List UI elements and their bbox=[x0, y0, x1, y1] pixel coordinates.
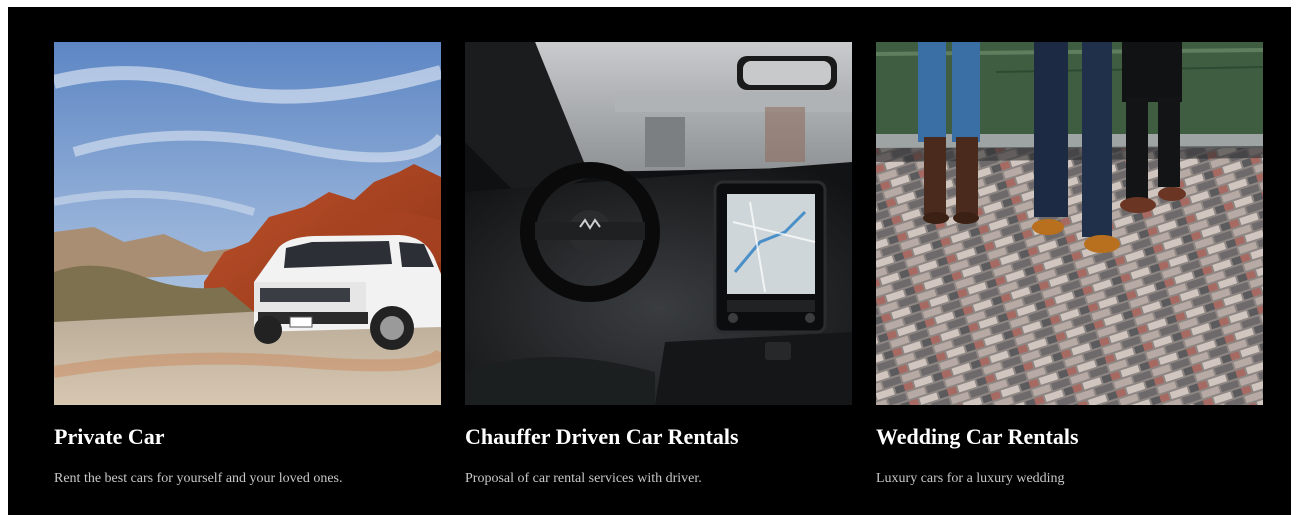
car-interior-photo bbox=[465, 42, 852, 405]
service-card-wedding[interactable]: Wedding Car Rentals Luxury cars for a lu… bbox=[876, 42, 1263, 502]
wedding-title[interactable]: Wedding Car Rentals bbox=[876, 424, 1079, 450]
chauffer-driven-description: Proposal of car rental services with dri… bbox=[465, 471, 702, 486]
services-section: Private Car Rent the best cars for yours… bbox=[8, 7, 1291, 515]
private-car-photo bbox=[54, 42, 441, 405]
wedding-description: Luxury cars for a luxury wedding bbox=[876, 471, 1065, 486]
service-card-private-car[interactable]: Private Car Rent the best cars for yours… bbox=[54, 42, 441, 502]
service-card-chauffer-driven[interactable]: Chauffer Driven Car Rentals Proposal of … bbox=[465, 42, 852, 502]
service-cards: Private Car Rent the best cars for yours… bbox=[54, 42, 1263, 502]
chauffer-driven-title[interactable]: Chauffer Driven Car Rentals bbox=[465, 424, 739, 450]
private-car-description: Rent the best cars for yourself and your… bbox=[54, 471, 343, 486]
wedding-car-photo bbox=[876, 42, 1263, 405]
private-car-title[interactable]: Private Car bbox=[54, 424, 165, 450]
